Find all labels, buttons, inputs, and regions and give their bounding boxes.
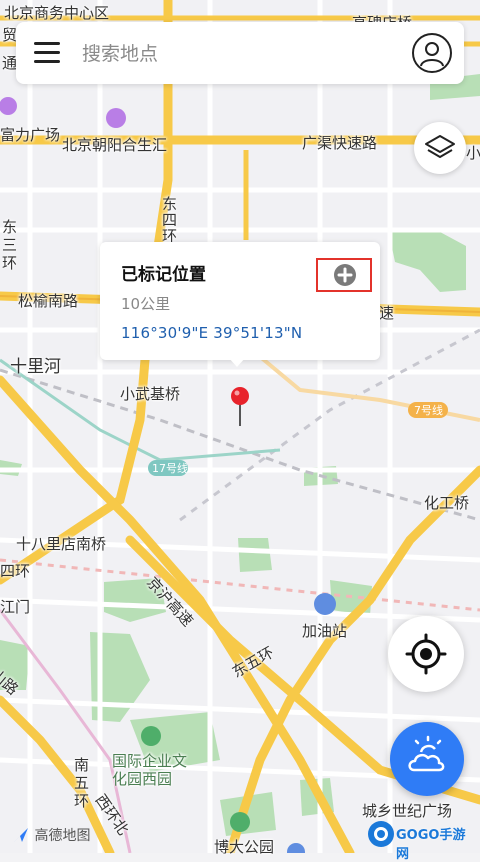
map-label: 北京商务中心区 [4, 4, 110, 22]
my-location-button[interactable] [388, 616, 464, 692]
map-label: 国际企业文化园西园 [112, 752, 188, 788]
map-label: 通 [2, 54, 18, 72]
menu-icon-line [34, 51, 60, 54]
profile-button[interactable] [412, 33, 452, 73]
marker-info-card: 已标记位置 10公里 116°30'9"E 39°51'13"N [100, 242, 380, 360]
crosshair-icon [405, 633, 447, 675]
marker-coordinates: 116°30'9"E 39°51'13"N [121, 324, 303, 342]
marker-distance: 10公里 [121, 295, 171, 313]
plus-circle-icon [334, 264, 356, 286]
map-label: 东四环 [162, 195, 178, 245]
user-icon [420, 42, 444, 67]
map-label: 四环 [0, 562, 31, 580]
map-label: 小武基桥 [120, 385, 181, 403]
navigation-arrow-icon [14, 828, 28, 842]
layers-icon [425, 135, 455, 158]
logo-text: 高德地图 [34, 828, 91, 844]
map-label: 江门 [0, 598, 31, 616]
metro-line-label: 7号线 [414, 404, 443, 417]
menu-icon [34, 42, 60, 45]
map-label: 博大公园 [214, 838, 275, 856]
map-label: 广渠快速路 [302, 134, 378, 152]
map-label: 小 [466, 144, 480, 162]
layers-button[interactable] [414, 122, 466, 174]
map-provider-logo: 高德地图 [12, 825, 90, 847]
map-label: 贸 [2, 26, 18, 44]
weather-button[interactable] [390, 722, 464, 796]
search-bar [16, 22, 464, 84]
watermark: GOGO手游网 [366, 818, 478, 862]
map-label: 化工桥 [424, 494, 470, 512]
weather-icon [408, 735, 445, 772]
map-label: 十里河 [10, 357, 61, 377]
map-label: 十八里店南桥 [16, 535, 107, 553]
map-label: 松榆南路 [18, 292, 79, 310]
menu-icon-line [34, 60, 60, 63]
map-label: 南五环 [74, 756, 90, 810]
map-label: 东三环 [2, 218, 18, 272]
search-input[interactable] [80, 38, 384, 70]
add-favorite-button[interactable] [316, 258, 372, 292]
marker-card-pointer [228, 357, 246, 367]
location-pin-icon[interactable] [230, 386, 250, 426]
menu-button[interactable] [34, 40, 62, 66]
watermark-badge-icon [368, 821, 394, 847]
watermark-text: GOGO手游网 [396, 828, 466, 862]
map-label: 北京朝阳合生汇 [62, 136, 168, 154]
marker-title: 已标记位置 [121, 265, 206, 285]
map-label: 富力广场 [0, 126, 61, 144]
map-label: 加油站 [302, 622, 348, 640]
metro-line-label: 17号线 [152, 462, 188, 475]
